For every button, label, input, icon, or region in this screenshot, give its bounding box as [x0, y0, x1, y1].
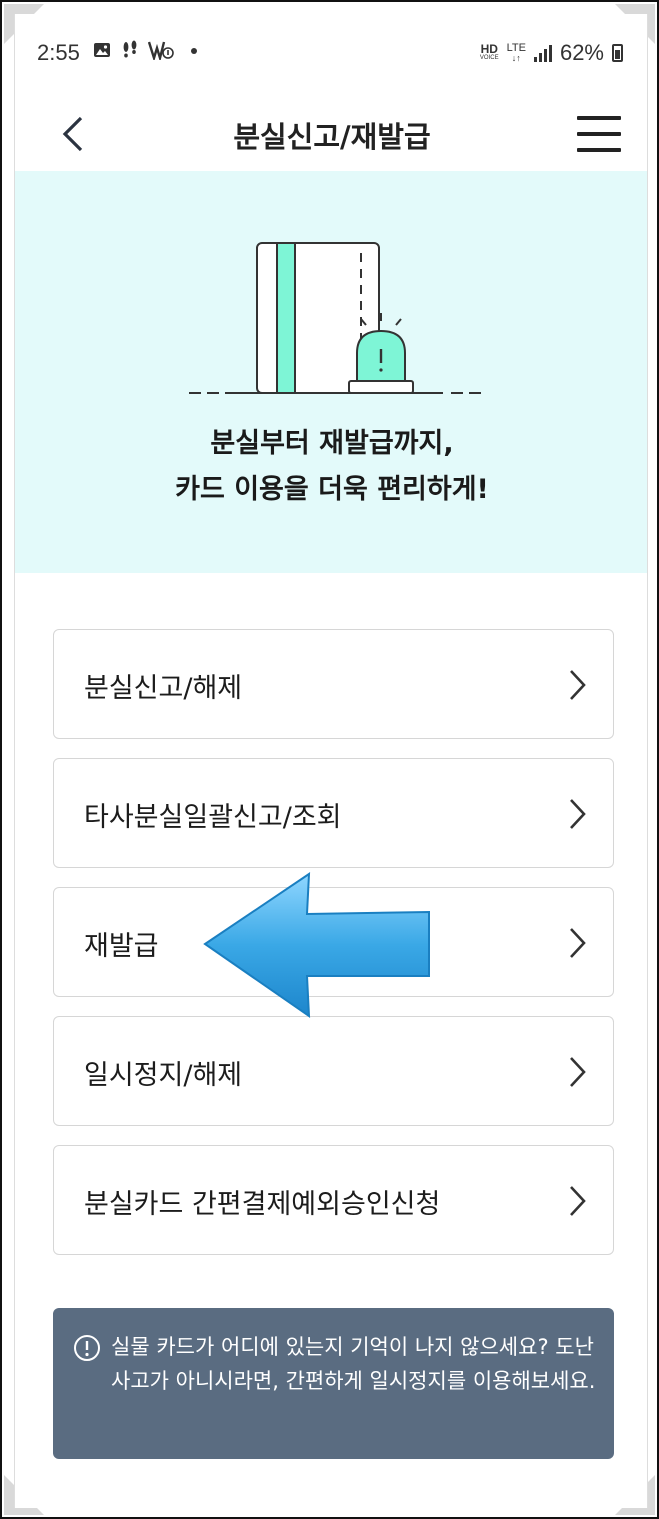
voice-label: VOICE	[479, 55, 499, 61]
card-siren-illustration	[189, 242, 481, 394]
chevron-right-icon	[570, 1186, 586, 1216]
info-notice: 실물 카드가 어디에 있는지 기억이 나지 않으세요? 도난 사고가 아니시라면…	[53, 1308, 614, 1459]
menu-item-lost-report[interactable]: 분실신고/해제	[53, 629, 614, 739]
notice-text: 실물 카드가 어디에 있는지 기억이 나지 않으세요? 도난 사고가 아니시라면…	[111, 1335, 596, 1393]
menu-item-label: 분실카드 간편결제예외승인신청	[84, 1189, 441, 1220]
menu-item-label: 일시정지/해제	[84, 1060, 243, 1091]
menu-list: 분실신고/해제 타사분실일괄신고/조회 재발급 일시정지/해제 분실카드 간편결…	[53, 629, 614, 1274]
info-icon	[74, 1335, 100, 1361]
phone-screen: 2:55 HD VOICE LTE ↓↑ 62% 분실신고/재발급 분실부터 재…	[14, 14, 648, 1508]
battery-icon	[612, 44, 623, 62]
chevron-right-icon	[570, 928, 586, 958]
notification-icons	[93, 40, 198, 63]
menu-item-label: 재발급	[84, 931, 159, 962]
promo-banner: 분실부터 재발급까지, 카드 이용을 더욱 편리하게!	[15, 171, 647, 573]
menu-item-suspend[interactable]: 일시정지/해제	[53, 1016, 614, 1126]
vibrate-icon	[147, 41, 174, 63]
hamburger-menu-button[interactable]	[577, 116, 621, 152]
page-title: 분실신고/재발급	[233, 120, 431, 154]
status-right: HD VOICE LTE ↓↑ 62%	[480, 40, 623, 66]
signal-icon	[533, 44, 552, 62]
banner-headline-2: 카드 이용을 더욱 편리하게!	[175, 474, 489, 505]
chevron-right-icon	[570, 1057, 586, 1087]
dot-icon	[190, 48, 197, 54]
menu-bar	[577, 148, 621, 152]
menu-item-reissue[interactable]: 재발급	[53, 887, 614, 997]
lte-indicator: LTE ↓↑	[507, 43, 526, 63]
banner-headline-1: 분실부터 재발급까지,	[210, 428, 454, 459]
menu-item-label: 분실신고/해제	[84, 673, 243, 704]
hd-label: HD	[480, 42, 498, 56]
chevron-right-icon	[570, 799, 586, 829]
battery-percent: 62%	[559, 40, 604, 65]
status-bar: 2:55 HD VOICE LTE ↓↑ 62%	[15, 14, 647, 92]
menu-bar	[577, 132, 621, 136]
status-time: 2:55	[37, 40, 80, 65]
screenshot-frame: 2:55 HD VOICE LTE ↓↑ 62% 분실신고/재발급 분실부터 재…	[0, 0, 659, 1519]
image-icon	[94, 43, 110, 57]
hd-voice-indicator: HD VOICE	[479, 42, 499, 62]
footprints-icon	[123, 40, 136, 58]
menu-item-other-card-report[interactable]: 타사분실일괄신고/조회	[53, 758, 614, 868]
menu-item-easy-pay-exception[interactable]: 분실카드 간편결제예외승인신청	[53, 1145, 614, 1255]
chevron-right-icon	[570, 670, 586, 700]
menu-bar	[577, 116, 621, 120]
data-arrows-icon: ↓↑	[511, 53, 521, 63]
menu-item-label: 타사분실일괄신고/조회	[84, 802, 342, 833]
